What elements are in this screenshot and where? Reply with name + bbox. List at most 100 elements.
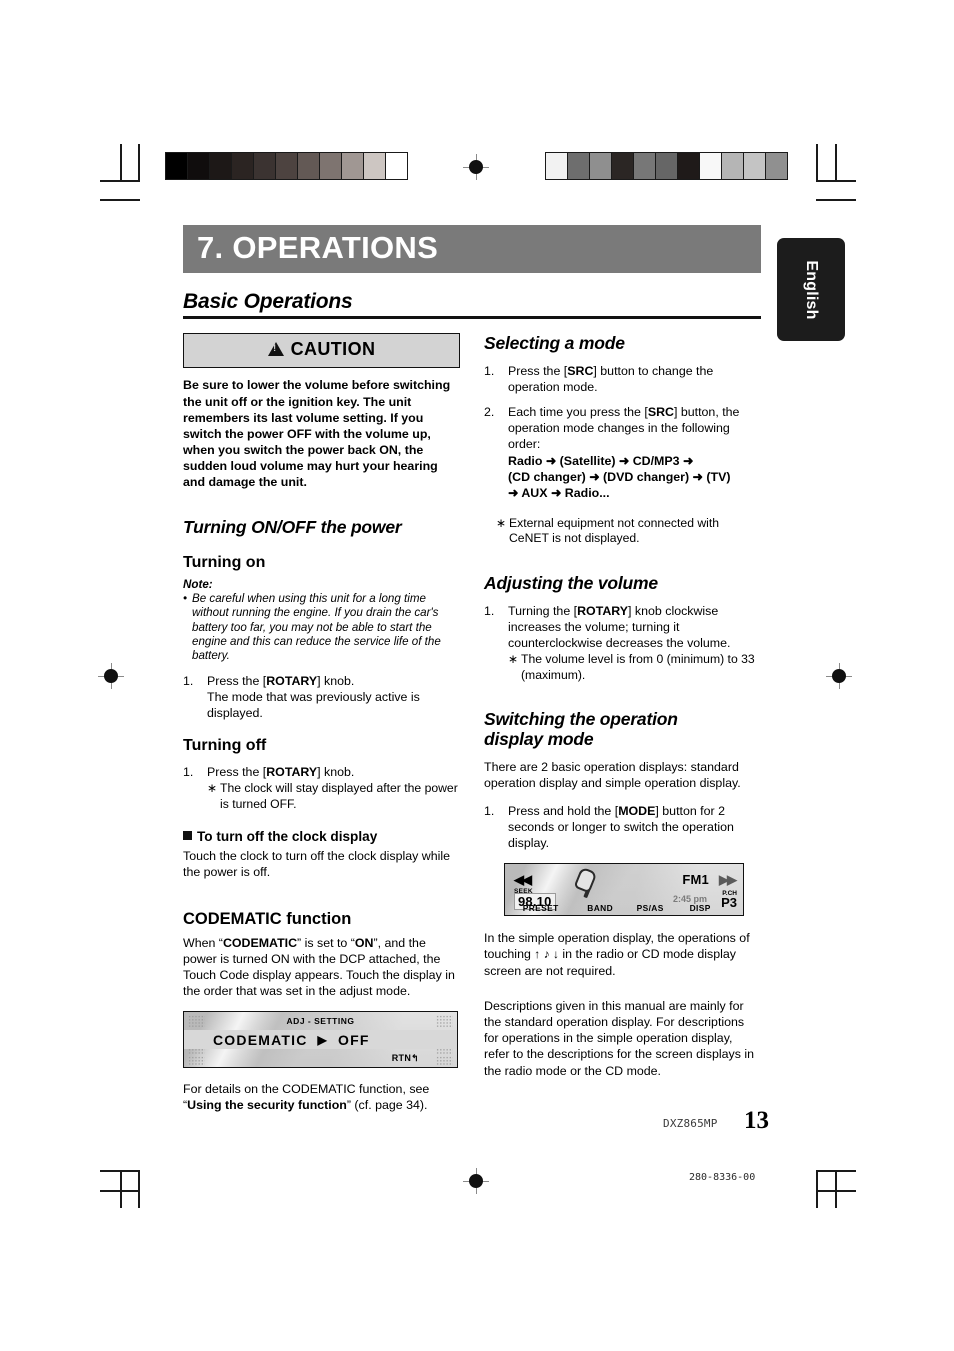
- color-swatch: [276, 153, 298, 179]
- step-item: 1. Press and hold the [MODE] button for …: [484, 803, 761, 851]
- registration-mark-left: [98, 663, 124, 689]
- color-swatch: [766, 153, 787, 179]
- lcd-header-label: ADJ - SETTING: [286, 1016, 355, 1027]
- step-key: ROTARY: [577, 604, 629, 619]
- aster-note: ∗ External equipment not connected with …: [496, 516, 761, 547]
- left-column: CAUTION Be sure to lower the volume befo…: [183, 332, 460, 1114]
- color-swatch: [188, 153, 210, 179]
- lcd-setting-value: OFF: [337, 1031, 370, 1048]
- codematic-body-b2: ON: [354, 935, 374, 950]
- right-arrow-icon: ▶: [317, 1032, 328, 1047]
- step-text: Press and hold the [MODE] button for 2 s…: [508, 803, 761, 851]
- switching-display-intro: There are 2 basic operation displays: st…: [484, 759, 741, 790]
- aster-note-text: External equipment not connected with Ce…: [509, 515, 720, 546]
- lcd-soft-key-row: PRESET BAND PS/AS DISP: [505, 903, 743, 913]
- soft-key-disp: DISP: [689, 903, 711, 914]
- heading-selecting-a-mode: Selecting a mode: [484, 332, 625, 353]
- chapter-heading: 7. OPERATIONS: [183, 225, 761, 273]
- asterisk-mark: ∗: [207, 781, 218, 796]
- heading-line-1: Switching the operation: [484, 708, 678, 729]
- caution-body: Be sure to lower the volume before switc…: [183, 378, 451, 490]
- step-number: 1.: [183, 673, 194, 688]
- step-text-pre: Turning the [: [508, 604, 578, 619]
- registration-mark-right: [826, 663, 852, 689]
- note-text: Be careful when using this unit for a lo…: [192, 591, 441, 663]
- step-item: 1. Press the [ROTARY] knob. ∗ The clock …: [183, 764, 460, 812]
- color-swatch: [612, 153, 634, 179]
- asterisk-mark: ∗: [508, 652, 519, 667]
- color-swatch: [232, 153, 254, 179]
- switching-display-steps: 1. Press and hold the [MODE] button for …: [484, 803, 761, 851]
- mode-flow-sequence: Radio ➜ (Satellite) ➜ CD/MP3 ➜ (CD chang…: [508, 453, 761, 502]
- heading-turning-on-off-power: Turning ON/OFF the power: [183, 516, 402, 537]
- crop-mark-top-right-v: [816, 144, 818, 182]
- color-swatch: [568, 153, 590, 179]
- color-swatch: [546, 153, 568, 179]
- color-swatch: [298, 153, 320, 179]
- step-text: Press the [ROTARY] knob. ∗ The clock wil…: [207, 764, 460, 812]
- adjusting-volume-steps: 1. Turning the [ROTARY] knob clockwise i…: [484, 603, 761, 684]
- note-item: • Be careful when using this unit for a …: [183, 592, 460, 664]
- heading-line-2: display mode: [484, 728, 594, 749]
- soft-key-band: BAND: [587, 903, 614, 914]
- color-swatch: [210, 153, 232, 179]
- step-text-post: ] knob.: [317, 673, 355, 688]
- crop-mark-bottom-left-v: [138, 1170, 140, 1208]
- crop-mark-top-left-v: [138, 144, 140, 182]
- heading-text: To turn off the clock display: [197, 828, 378, 844]
- step-text: Turning the [ROTARY] knob clockwise incr…: [508, 603, 761, 684]
- step-item: 1. Press the [ROTARY] knob. The mode that…: [183, 673, 460, 721]
- step-text-pre: Press the [: [207, 673, 267, 688]
- seek-back-icon: ◀◀: [514, 872, 532, 888]
- radio-lcd-screen: ◀◀ ▶▶ SEEK 98.10 FM1 2:45 pm P.CH P3 PRE…: [504, 863, 744, 917]
- step-text: Press the [ROTARY] knob. The mode that wa…: [207, 673, 460, 721]
- crop-mark-top-right-outer-h: [816, 199, 856, 201]
- step-item: 1. Press the [SRC] button to change the …: [484, 363, 761, 395]
- heading-turning-on: Turning on: [183, 553, 266, 571]
- heading-switching-operation-display-mode: Switching the operation display mode: [484, 708, 761, 750]
- step-text: Press the [SRC] button to change the ope…: [508, 363, 761, 395]
- step-key: MODE: [618, 803, 656, 818]
- aster-note-text: The clock will stay displayed after the …: [220, 781, 458, 811]
- crop-mark-top-right-outer-v: [835, 144, 837, 182]
- crop-mark-top-left-outer-v: [120, 144, 122, 182]
- step-number: 1.: [484, 363, 495, 378]
- codematic-footer-p2: ” (cf. page 34).: [346, 1098, 428, 1113]
- color-swatch: [678, 153, 700, 179]
- step-key: ROTARY: [266, 673, 318, 688]
- step-text-line2: The mode that was previously active is d…: [207, 689, 420, 721]
- step-number: 1.: [484, 803, 495, 818]
- mode-flow-line: (CD changer) ➜ (DVD changer) ➜ (TV): [508, 470, 731, 485]
- step-item: 1. Turning the [ROTARY] knob clockwise i…: [484, 603, 761, 684]
- codematic-footer: For details on the CODEMATIC function, s…: [183, 1081, 460, 1113]
- codematic-body-p1: When “: [183, 935, 223, 950]
- crop-mark-top-left-outer-h: [100, 199, 140, 201]
- color-swatch: [254, 153, 276, 179]
- step-number: 1.: [183, 765, 194, 780]
- step-text-pre: Press the [: [207, 765, 267, 780]
- lcd-dot-block: [188, 1056, 205, 1066]
- color-swatch: [386, 153, 407, 179]
- step-number: 2.: [484, 405, 495, 420]
- color-swatch: [320, 153, 342, 179]
- mode-flow-line: ➜ AUX ➜ Radio...: [508, 486, 610, 501]
- mode-flow-line: Radio ➜ (Satellite) ➜ CD/MP3 ➜: [508, 453, 694, 468]
- caution-box: CAUTION: [183, 332, 460, 369]
- color-swatch: [744, 153, 766, 179]
- clock-off-body: Touch the clock to turn off the clock di…: [183, 848, 450, 879]
- codematic-body-b1: CODEMATIC: [222, 935, 298, 950]
- soft-key-preset: PRESET: [522, 903, 559, 914]
- page-content: 7. OPERATIONS Basic Operations CAUTION B…: [183, 225, 761, 1114]
- lcd-setting-row: CODEMATIC ▶ OFF: [184, 1030, 457, 1050]
- two-column-body: CAUTION Be sure to lower the volume befo…: [183, 332, 761, 1114]
- codematic-footer-b1: Using the security function: [187, 1098, 347, 1113]
- step-key: SRC: [567, 363, 594, 378]
- step-number: 1.: [484, 604, 495, 619]
- band-display: FM1: [682, 872, 709, 888]
- color-swatch: [656, 153, 678, 179]
- registration-mark-top-center: [463, 154, 489, 180]
- warning-triangle-icon: [267, 342, 284, 357]
- selecting-mode-steps: 1. Press the [SRC] button to change the …: [484, 363, 761, 502]
- registration-mark-bottom-center: [463, 1168, 489, 1194]
- simple-display-note: In the simple operation display, the ope…: [484, 930, 761, 979]
